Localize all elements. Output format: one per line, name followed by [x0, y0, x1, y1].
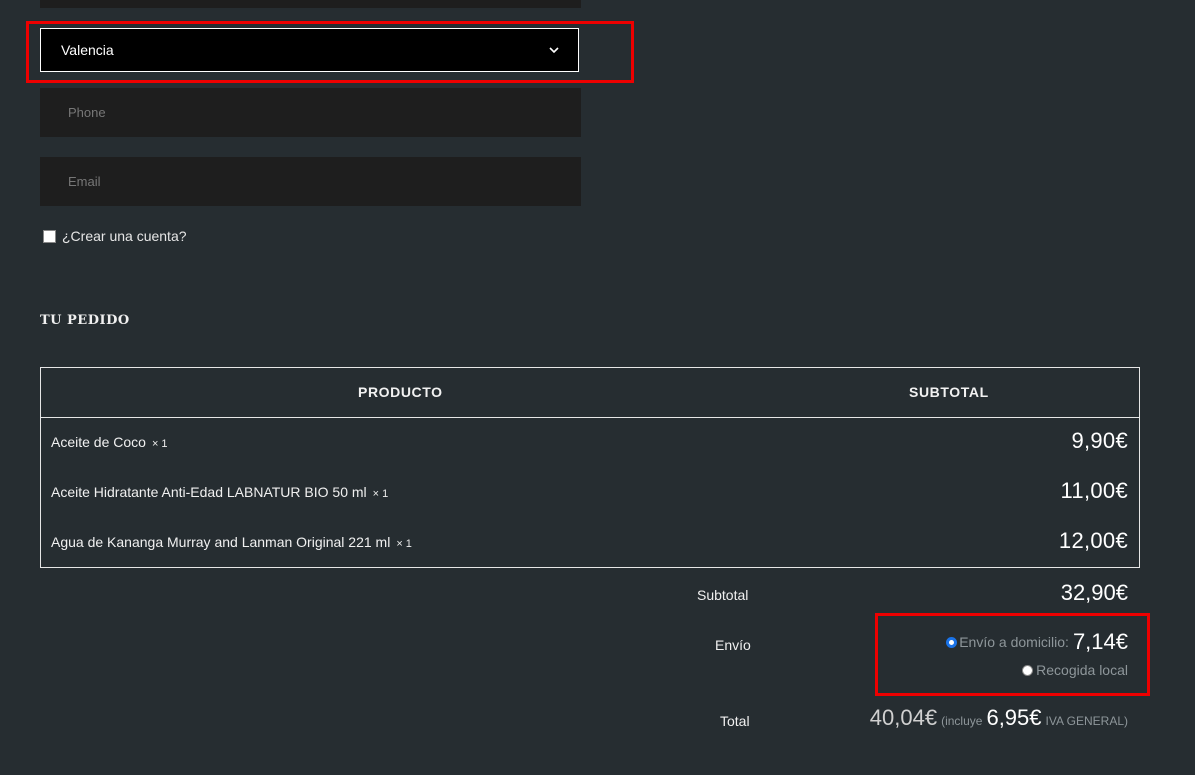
tax-value: 6,95€ — [986, 705, 1042, 730]
subtotal-label: Subtotal — [697, 587, 749, 603]
order-table: PRODUCTO SUBTOTAL Aceite de Coco × 1 9,90… — [40, 367, 1140, 568]
subtotal-value: 32,90€ — [1060, 580, 1128, 605]
shipping-home-price: 7,14€ — [1072, 629, 1128, 654]
shipping-pickup-label: Recogida local — [1036, 662, 1128, 678]
create-account-checkbox[interactable] — [43, 229, 56, 243]
tax-suffix: IVA GENERAL) — [1045, 714, 1128, 728]
create-account-row[interactable]: ¿Crear una cuenta? — [43, 228, 187, 244]
shipping-label: Envío — [715, 637, 751, 653]
tax-prefix: (incluye — [941, 714, 983, 728]
state-select[interactable]: Valencia — [40, 28, 579, 72]
product-price: 9,90€ — [1071, 428, 1128, 453]
table-row: Agua de Kananga Murray and Lanman Origin… — [41, 518, 1139, 568]
product-price: 12,00€ — [1058, 528, 1128, 553]
total-row: 40,04€ (incluye 6,95€ IVA GENERAL) — [870, 705, 1128, 731]
shipping-option-pickup[interactable]: Recogida local — [1022, 662, 1128, 678]
shipping-option-home[interactable]: Envío a domicilio: 7,14€ — [946, 629, 1128, 655]
state-select-value: Valencia — [61, 42, 114, 58]
table-row: Aceite Hidratante Anti-Edad LABNATUR BIO… — [41, 468, 1139, 518]
shipping-home-label: Envío a domicilio: — [959, 634, 1069, 650]
total-label: Total — [720, 713, 750, 729]
col-subtotal: SUBTOTAL — [909, 384, 989, 400]
total-value: 40,04€ — [869, 705, 938, 730]
email-input[interactable] — [40, 157, 581, 206]
product-name: Aceite Hidratante Anti-Edad LABNATUR BIO… — [51, 484, 389, 500]
shipping-pickup-radio[interactable] — [1022, 664, 1034, 676]
order-title: TU PEDIDO — [40, 313, 130, 328]
product-price: 11,00€ — [1060, 478, 1128, 503]
table-header: PRODUCTO SUBTOTAL — [41, 368, 1139, 418]
chevron-down-icon — [548, 44, 560, 56]
product-name: Agua de Kananga Murray and Lanman Origin… — [51, 534, 412, 550]
product-name: Aceite de Coco × 1 — [51, 434, 168, 450]
previous-field[interactable] — [40, 0, 581, 8]
phone-input[interactable] — [40, 88, 581, 137]
shipping-home-radio[interactable] — [946, 636, 958, 648]
create-account-label: ¿Crear una cuenta? — [62, 228, 187, 244]
col-product: PRODUCTO — [358, 384, 443, 400]
table-row: Aceite de Coco × 1 9,90€ — [41, 418, 1139, 468]
